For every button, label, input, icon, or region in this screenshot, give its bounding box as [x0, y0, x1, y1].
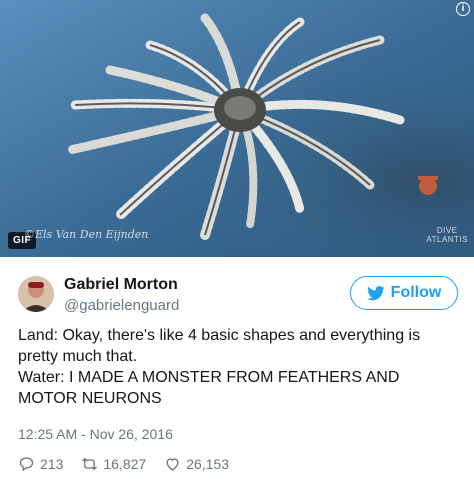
tweet-header: Gabriel Morton @gabrielenguard Follow — [18, 272, 458, 316]
follow-button[interactable]: Follow — [350, 276, 458, 310]
reply-button[interactable]: 213 — [18, 456, 63, 472]
tweet-text-line: Water: I MADE A MONSTER FROM FEATHERS AN… — [18, 369, 400, 407]
author-display-name[interactable]: Gabriel Morton — [64, 276, 179, 294]
twitter-bird-icon — [366, 285, 385, 300]
author-names[interactable]: Gabriel Morton @gabrielenguard — [64, 276, 179, 314]
brand-watermark: DIVE ATLANTIS — [426, 226, 468, 244]
brand-watermark-line: DIVE — [436, 226, 458, 235]
photo-credit-watermark: ©Els Van Den Eijnden — [24, 228, 149, 241]
heart-icon — [166, 458, 179, 471]
tweet-text: Land: Okay, there's like 4 basic shapes … — [18, 325, 458, 409]
reply-icon — [19, 457, 34, 472]
like-count: 26,153 — [186, 456, 230, 472]
retweet-button[interactable]: 16,827 — [81, 456, 146, 472]
author-handle[interactable]: @gabrielenguard — [64, 297, 179, 314]
brand-watermark-line: ATLANTIS — [426, 235, 468, 244]
tweet-media-gif[interactable]: i GIF ©Els Van Den Eijnden DIVE ATLANTIS — [0, 0, 474, 257]
like-button[interactable]: 26,153 — [164, 456, 229, 472]
info-icon[interactable]: i — [456, 2, 470, 16]
avatar[interactable] — [18, 276, 54, 312]
follow-button-label: Follow — [390, 284, 442, 301]
retweet-count: 16,827 — [103, 456, 147, 472]
tweet-text-line: Land: Okay, there's like 4 basic shapes … — [18, 327, 421, 365]
retweet-icon — [82, 458, 98, 470]
tweet-actions: 213 16,827 26,153 — [18, 454, 247, 474]
tweet-timestamp[interactable]: 12:25 AM - Nov 26, 2016 — [18, 426, 173, 442]
reply-count: 213 — [40, 456, 64, 472]
feather-star-image — [0, 0, 474, 257]
